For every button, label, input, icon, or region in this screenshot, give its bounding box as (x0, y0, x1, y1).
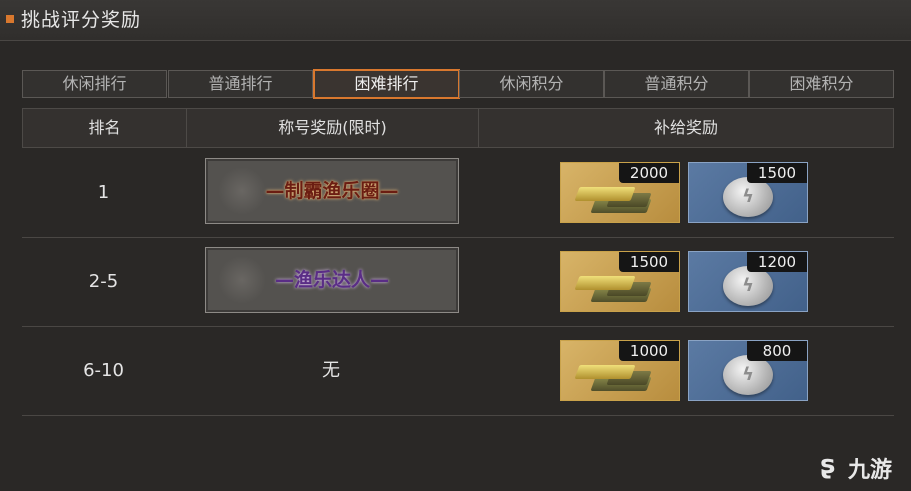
header-bar: 挑战评分奖励 (0, 0, 911, 41)
gold-count: 2000 (619, 163, 679, 183)
gold-count: 1000 (619, 341, 679, 361)
no-title-text: 无 (322, 360, 340, 381)
tab-normal-ranking[interactable]: 普通排行 (168, 70, 313, 98)
gold-bars-icon (573, 363, 661, 397)
rank-value: 6-10 (83, 360, 124, 381)
title-plaque-text: —制霸渔乐圈— (265, 180, 399, 202)
gold-reward-item[interactable]: 1000 (560, 340, 680, 401)
silver-medal-icon: ϟ (723, 355, 773, 395)
supply-reward-cell: 1500 ϟ 1200 (560, 238, 894, 326)
gold-bars-icon (573, 274, 661, 308)
table-header: 排名 称号奖励(限时) 补给奖励 (22, 108, 894, 148)
silver-reward-item[interactable]: ϟ 1500 (688, 162, 808, 223)
tab-hard-ranking[interactable]: 困难排行 (313, 69, 460, 99)
silver-count: 1200 (747, 252, 807, 272)
title-reward-cell: —制霸渔乐圈— (185, 149, 477, 237)
rank-value: 2-5 (88, 271, 119, 292)
silver-reward-item[interactable]: ϟ 1200 (688, 251, 808, 312)
silver-medal-icon: ϟ (723, 177, 773, 217)
tab-normal-points[interactable]: 普通积分 (604, 70, 749, 98)
watermark-icon: ʂ (820, 450, 836, 480)
gold-count: 1500 (619, 252, 679, 272)
gold-bars-icon (573, 185, 661, 219)
tab-casual-ranking[interactable]: 休闲排行 (22, 70, 167, 98)
silver-reward-item[interactable]: ϟ 800 (688, 340, 808, 401)
title-plaque-text: —渔乐达人— (274, 269, 389, 291)
table-row: 1 —制霸渔乐圈— 2000 ϟ 1500 (22, 149, 894, 238)
rank-value: 1 (97, 182, 110, 203)
table-row: 2-5 —渔乐达人— 1500 ϟ 1200 (22, 238, 894, 327)
watermark-logo: ʂ 九游 (820, 448, 908, 484)
gold-reward-item[interactable]: 2000 (560, 162, 680, 223)
tab-hard-points[interactable]: 困难积分 (749, 70, 894, 98)
header-title-reward: 称号奖励(限时) (278, 118, 387, 137)
gold-reward-item[interactable]: 1500 (560, 251, 680, 312)
tab-bar: 休闲排行 普通排行 困难排行 休闲积分 普通积分 困难积分 (22, 69, 894, 99)
page-title: 挑战评分奖励 (21, 9, 142, 31)
title-accent-icon (6, 15, 14, 23)
silver-count: 1500 (747, 163, 807, 183)
supply-reward-cell: 1000 ϟ 800 (560, 327, 894, 415)
title-plaque[interactable]: —渔乐达人— (205, 247, 459, 313)
title-plaque[interactable]: —制霸渔乐圈— (205, 158, 459, 224)
header-supply-reward: 补给奖励 (653, 118, 718, 137)
watermark-text: 九游 (848, 458, 893, 483)
supply-reward-cell: 2000 ϟ 1500 (560, 149, 894, 237)
title-reward-cell: 无 (185, 327, 477, 415)
silver-medal-icon: ϟ (723, 266, 773, 306)
table-row: 6-10 无 1000 ϟ 800 (22, 327, 894, 416)
tab-casual-points[interactable]: 休闲积分 (459, 70, 604, 98)
title-reward-cell: —渔乐达人— (185, 238, 477, 326)
header-rank: 排名 (88, 118, 121, 137)
silver-count: 800 (747, 341, 807, 361)
